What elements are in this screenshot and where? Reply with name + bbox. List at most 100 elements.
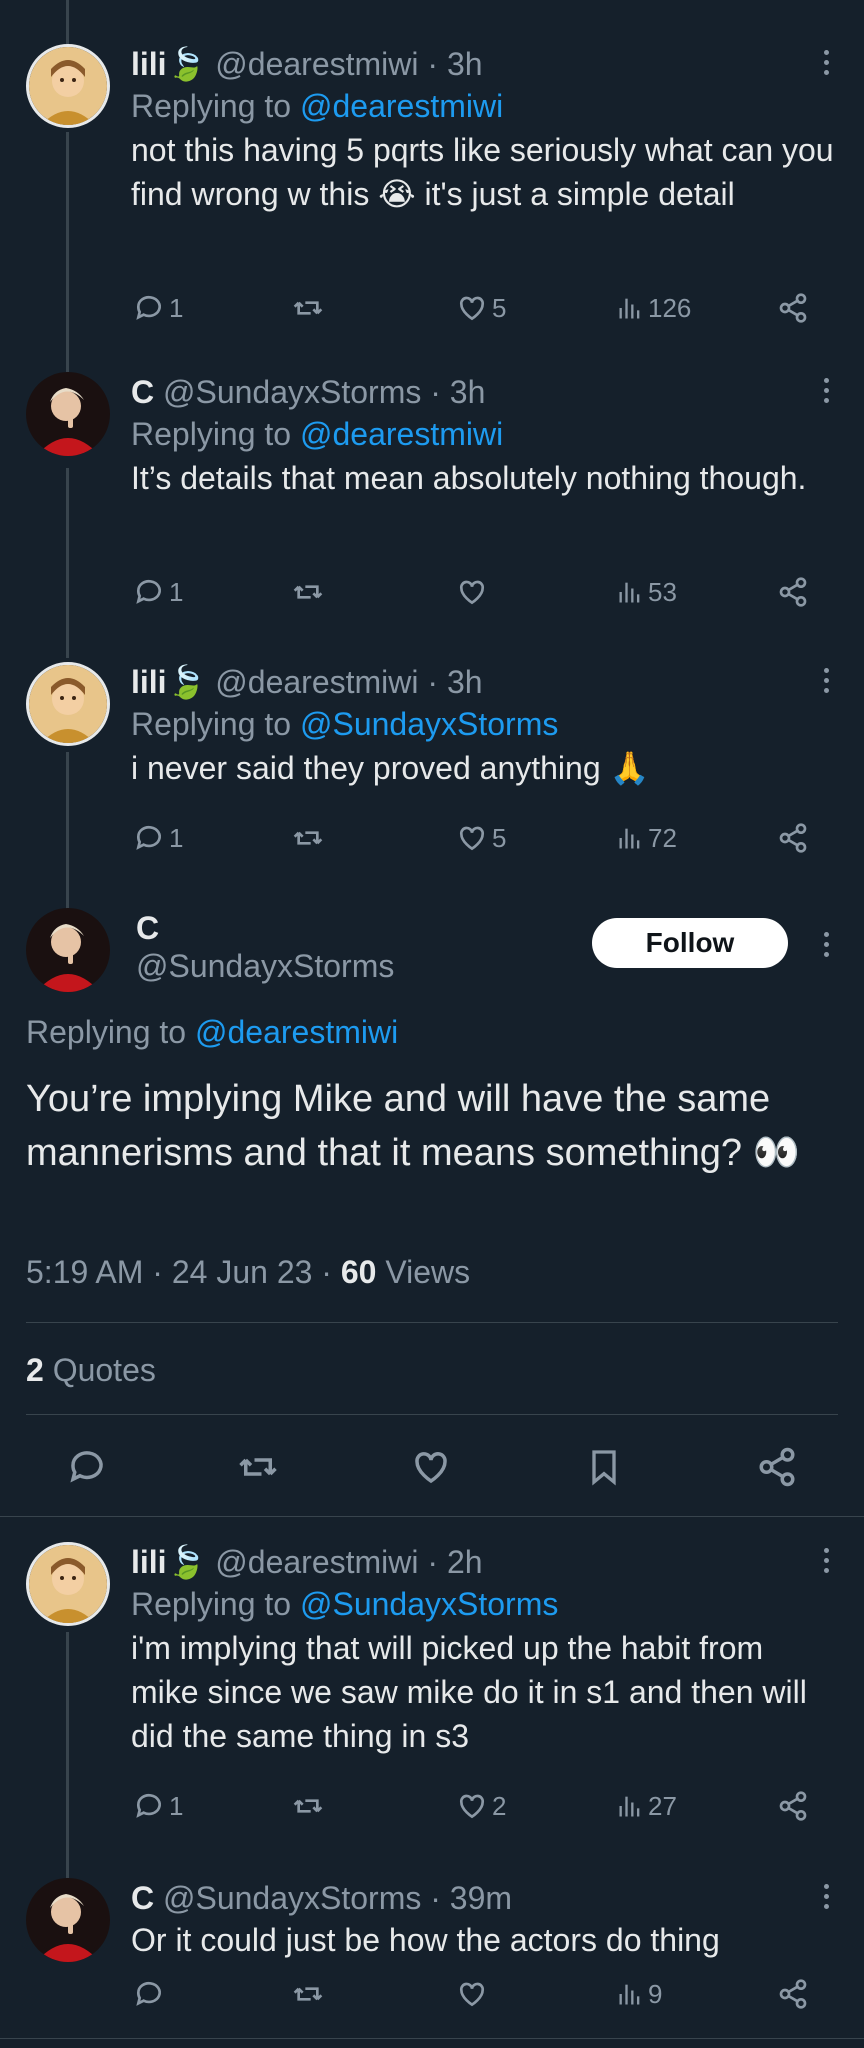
views-button[interactable]: 126: [616, 292, 691, 324]
handle[interactable]: @SundayxStorms: [163, 374, 421, 410]
handle[interactable]: @SundayxStorms: [136, 948, 394, 985]
divider: [26, 1322, 838, 1323]
reply-button[interactable]: [133, 1978, 165, 2010]
display-name[interactable]: lili: [131, 1544, 167, 1580]
display-name[interactable]: lili: [131, 664, 167, 700]
timestamp[interactable]: · 3h: [427, 664, 482, 700]
reply-button[interactable]: [66, 1446, 108, 1493]
like-button[interactable]: [456, 576, 488, 608]
avatar[interactable]: [26, 372, 110, 456]
mention-link[interactable]: @dearestmiwi: [300, 416, 503, 452]
timestamp[interactable]: · 3h: [430, 374, 485, 410]
retweet-button[interactable]: [291, 822, 325, 854]
views-icon: [619, 582, 640, 603]
share-icon: [779, 293, 807, 323]
like-button[interactable]: 2: [456, 1790, 506, 1822]
handle[interactable]: @SundayxStorms: [163, 1880, 421, 1916]
replying-to: Replying to @dearestmiwi: [131, 88, 504, 124]
retweet-icon: [239, 1458, 277, 1476]
reply-button[interactable]: 1: [133, 1790, 183, 1822]
timestamp[interactable]: · 39m: [430, 1880, 512, 1916]
retweet-icon: [293, 831, 323, 845]
mention-link[interactable]: @dearestmiwi: [195, 1014, 398, 1050]
avatar[interactable]: [26, 662, 110, 746]
share-button[interactable]: [777, 292, 809, 324]
share-button[interactable]: [777, 1978, 809, 2010]
share-button[interactable]: [777, 822, 809, 854]
divider: [26, 1414, 838, 1415]
divider: [0, 1516, 864, 1517]
reply-icon: [136, 825, 161, 850]
display-name[interactable]: C: [131, 1880, 154, 1916]
share-button[interactable]: [777, 576, 809, 608]
retweet-button[interactable]: [291, 1790, 325, 1822]
views-icon: [619, 828, 640, 849]
views-button[interactable]: 53: [616, 576, 677, 608]
more-options-icon[interactable]: [822, 378, 830, 403]
tweet-actions: 1 53: [131, 576, 821, 616]
retweet-button[interactable]: [291, 292, 325, 324]
retweet-icon: [293, 301, 323, 315]
quotes-stat[interactable]: 2 Quotes: [26, 1352, 156, 1389]
leaf-emoji-icon: 🍃: [166, 1544, 207, 1580]
main-action-bar: [0, 1446, 864, 1494]
more-options-icon[interactable]: [822, 668, 830, 693]
handle[interactable]: @dearestmiwi: [215, 664, 418, 700]
like-button[interactable]: [456, 1978, 488, 2010]
avatar[interactable]: [26, 908, 110, 992]
more-options-icon[interactable]: [822, 1884, 830, 1909]
mention-link[interactable]: @SundayxStorms: [300, 1586, 558, 1622]
retweet-button[interactable]: [291, 1978, 325, 2010]
view-count: 72: [648, 822, 677, 853]
more-options-icon[interactable]: [822, 1548, 830, 1573]
tweet-header: C @SundayxStorms · 3h: [131, 372, 834, 412]
avatar[interactable]: [26, 1542, 110, 1626]
heart-icon: [459, 1982, 485, 2007]
reply-button[interactable]: 1: [133, 822, 183, 854]
share-button[interactable]: [756, 1446, 798, 1493]
like-count: 5: [492, 292, 507, 323]
retweet-button[interactable]: [236, 1446, 280, 1493]
share-button[interactable]: [777, 1790, 809, 1822]
like-button[interactable]: 5: [456, 822, 506, 854]
reply-icon: [136, 1981, 161, 2006]
tweet-date[interactable]: 24 Jun 23: [172, 1254, 313, 1290]
share-icon: [779, 1979, 807, 2009]
retweet-button[interactable]: [291, 576, 325, 608]
tweet-time[interactable]: 5:19 AM: [26, 1254, 143, 1290]
avatar[interactable]: [26, 1878, 110, 1962]
like-button[interactable]: [410, 1446, 452, 1493]
replying-to: Replying to @SundayxStorms: [131, 1586, 559, 1622]
display-name[interactable]: C: [131, 374, 154, 410]
views-button[interactable]: 72: [616, 822, 677, 854]
reply-button[interactable]: 1: [133, 576, 183, 608]
more-options-icon[interactable]: [822, 932, 830, 957]
reply-button[interactable]: 1: [133, 292, 183, 324]
bookmark-button[interactable]: [584, 1446, 624, 1493]
display-name[interactable]: lili: [131, 46, 167, 82]
timestamp[interactable]: · 3h: [427, 46, 482, 82]
leaf-emoji-icon: 🍃: [166, 664, 207, 700]
display-name[interactable]: C: [136, 910, 159, 947]
more-options-icon[interactable]: [822, 50, 830, 75]
avatar[interactable]: [26, 44, 110, 128]
views-button[interactable]: 27: [616, 1790, 677, 1822]
tweet-header: lili🍃 @dearestmiwi · 2h: [131, 1542, 834, 1582]
tweet-text: You’re implying Mike and will have the s…: [26, 1078, 800, 1174]
reply-count: 1: [169, 576, 184, 607]
like-button[interactable]: 5: [456, 292, 506, 324]
timestamp[interactable]: · 2h: [427, 1544, 482, 1580]
follow-button[interactable]: Follow: [592, 918, 788, 968]
mention-link[interactable]: @dearestmiwi: [300, 88, 503, 124]
views-button[interactable]: 9: [616, 1978, 662, 2010]
handle[interactable]: @dearestmiwi: [215, 46, 418, 82]
view-count: 53: [648, 576, 677, 607]
retweet-icon: [293, 585, 323, 599]
reply-icon: [136, 579, 161, 604]
heart-icon: [459, 296, 485, 321]
heart-icon: [459, 580, 485, 605]
views-count: 60: [340, 1254, 377, 1290]
mention-link[interactable]: @SundayxStorms: [300, 706, 558, 742]
heart-icon: [459, 826, 485, 851]
handle[interactable]: @dearestmiwi: [215, 1544, 418, 1580]
